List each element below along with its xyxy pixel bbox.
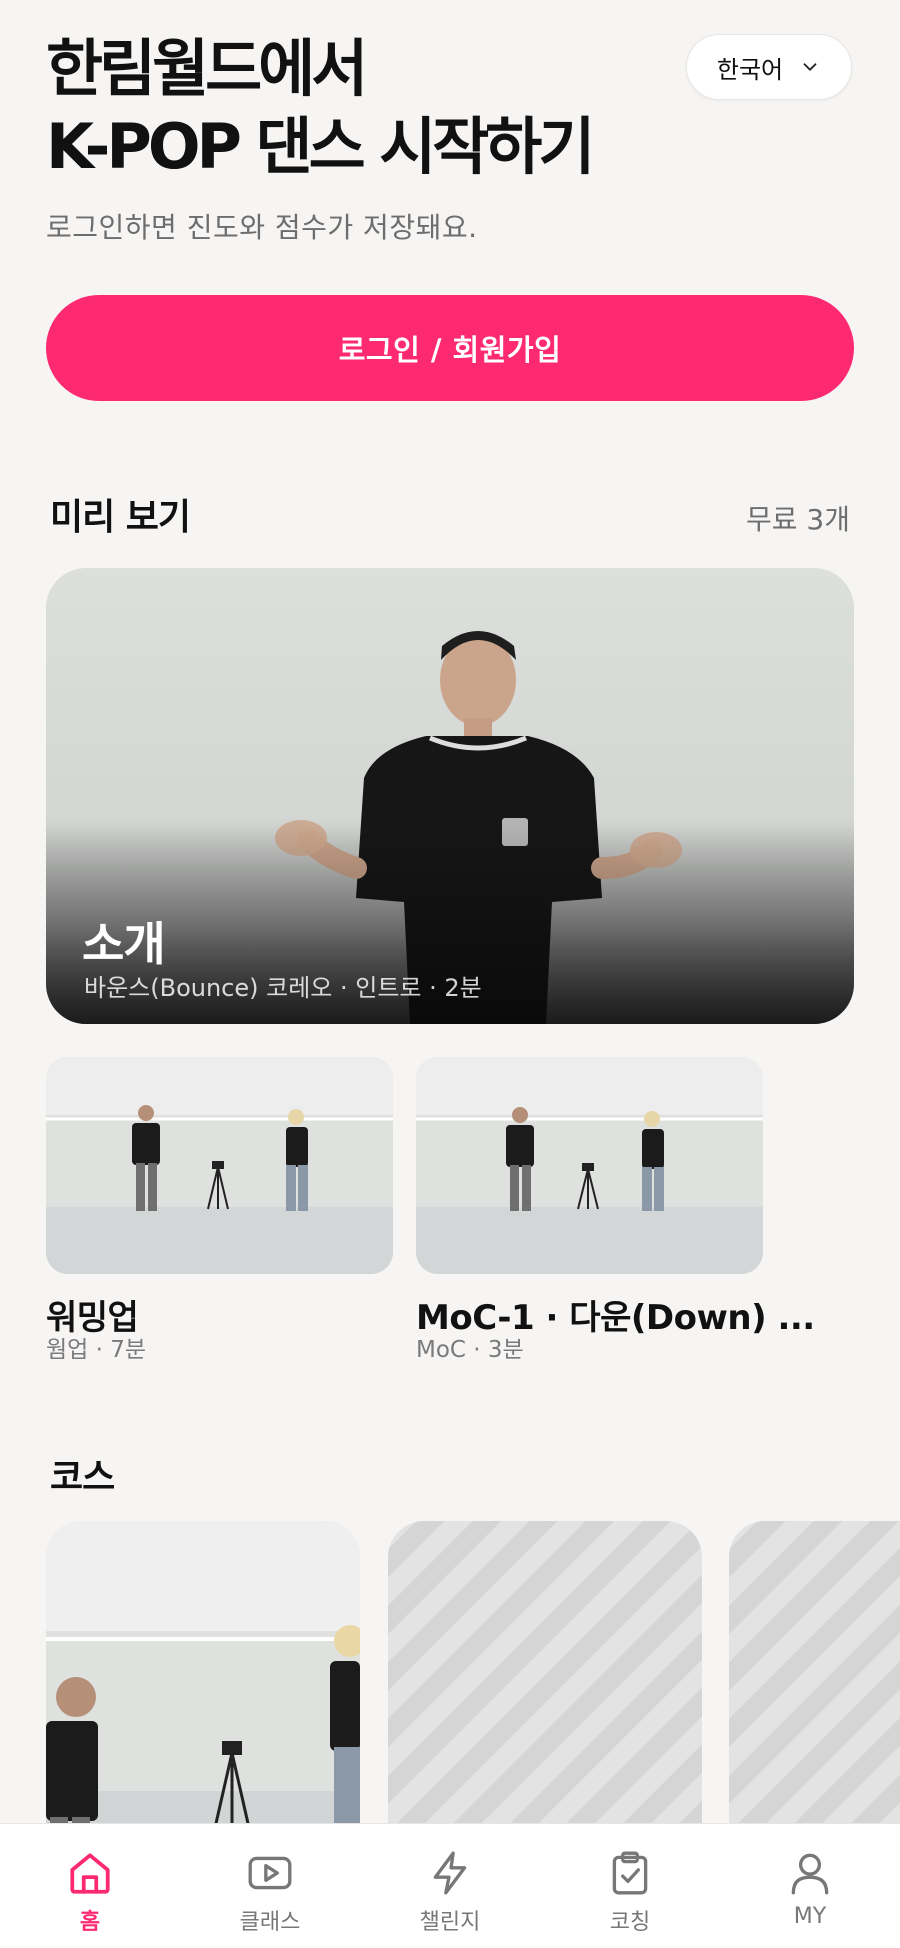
tab-coaching[interactable]: 코칭 (542, 1824, 718, 1936)
featured-video-meta: 바운스(Bounce) 코레오 · 인트로 · 2분 (84, 974, 482, 1002)
preview-video-meta: 웜업 · 7분 (46, 1337, 147, 1363)
preview-video-card[interactable] (46, 1057, 393, 1274)
clipboard-check-icon (612, 1851, 648, 1895)
tab-label: 홈 (79, 1910, 101, 1935)
home-icon (70, 1853, 110, 1894)
login-signup-button[interactable]: 로그인 / 회원가입 (46, 295, 854, 401)
featured-video-card[interactable]: 소개 바운스(Bounce) 코레오 · 인트로 · 2분 (46, 568, 854, 1024)
login-hint: 로그인하면 진도와 점수가 저장돼요. (46, 211, 478, 244)
language-selector[interactable]: 한국어 (686, 34, 852, 100)
user-icon (791, 1853, 829, 1895)
course-card[interactable] (46, 1521, 360, 1841)
bottom-tab-bar: 홈 클래스 챌린지 코칭 MY (0, 1823, 900, 1948)
courses-section-title: 코스 (50, 1457, 115, 1498)
title-line-1: 한림월드에서 (46, 32, 368, 105)
play-icon (248, 1856, 292, 1890)
language-label: 한국어 (716, 55, 784, 84)
course-thumbnail (46, 1521, 360, 1841)
tab-challenge[interactable]: 챌린지 (362, 1824, 538, 1936)
page-title: 한림월드에서 K-POP 댄스 시작하기 (46, 30, 595, 186)
course-card-placeholder[interactable] (729, 1521, 900, 1841)
chevron-down-icon (803, 63, 817, 71)
preview-video-meta: MoC · 3분 (416, 1337, 524, 1363)
preview-section-title: 미리 보기 (50, 497, 191, 538)
tab-label: 챌린지 (419, 1910, 481, 1935)
video-thumbnail (416, 1057, 763, 1274)
tab-class[interactable]: 클래스 (182, 1824, 358, 1936)
video-thumbnail (46, 1057, 393, 1274)
tab-home[interactable]: 홈 (2, 1824, 178, 1936)
featured-video-title: 소개 (82, 917, 166, 971)
lightning-icon (433, 1851, 467, 1895)
tab-label: 코칭 (609, 1910, 651, 1935)
free-count-label: 무료 3개 (746, 503, 850, 536)
preview-video-card[interactable] (416, 1057, 763, 1274)
tab-label: MY (793, 1904, 827, 1929)
tab-label: 클래스 (239, 1910, 301, 1935)
course-card-placeholder[interactable] (388, 1521, 702, 1841)
tab-my[interactable]: MY (722, 1824, 898, 1929)
title-line-2: K-POP 댄스 시작하기 (46, 110, 595, 183)
